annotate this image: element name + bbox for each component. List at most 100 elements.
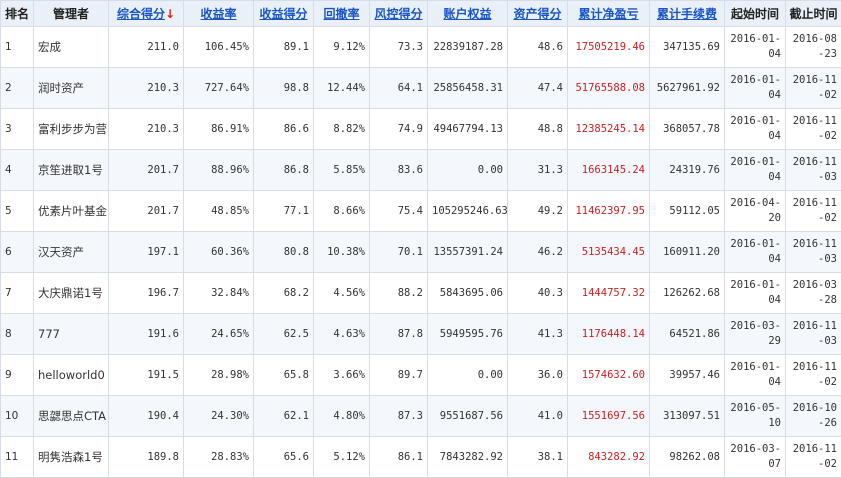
table-row[interactable]: 7大庆鼎诺1号196.732.84%68.24.56%88.25843695.0…: [1, 273, 841, 314]
table-row[interactable]: 11明隽浩森1号189.828.83%65.65.12%86.17843282.…: [1, 437, 841, 478]
cell-equity: 25856458.31: [428, 68, 508, 109]
cell-return-score: 65.8: [254, 355, 314, 396]
cell-drawdown: 3.66%: [314, 355, 370, 396]
cell-rank: 5: [1, 191, 34, 232]
cell-drawdown: 8.82%: [314, 109, 370, 150]
table-row[interactable]: 3富利步步为营210.386.91%86.68.82%74.949467794.…: [1, 109, 841, 150]
cell-return-rate: 727.64%: [184, 68, 254, 109]
cell-asset-score: 38.1: [508, 437, 568, 478]
cell-cum-pnl: 5135434.45: [568, 232, 650, 273]
cell-return-score: 62.5: [254, 314, 314, 355]
cell-manager: 思勰思点CTA: [34, 396, 109, 437]
cell-end-time: 2016-11-02: [786, 355, 841, 396]
col-manager-label: 管理者: [53, 7, 89, 21]
cell-return-score: 86.6: [254, 109, 314, 150]
cell-rank: 10: [1, 396, 34, 437]
cell-cum-fee: 59112.05: [650, 191, 725, 232]
cell-risk-score: 86.1: [370, 437, 428, 478]
cell-return-rate: 86.91%: [184, 109, 254, 150]
sort-risk-score-link[interactable]: 风控得分: [374, 7, 422, 21]
cell-return-rate: 24.65%: [184, 314, 254, 355]
cell-cum-pnl: 1551697.56: [568, 396, 650, 437]
cell-composite-score: 191.6: [109, 314, 184, 355]
cell-start-time: 2016-01-04: [725, 355, 786, 396]
col-drawdown[interactable]: 回撤率: [314, 1, 370, 27]
sort-drawdown-link[interactable]: 回撤率: [323, 7, 359, 21]
cell-equity: 49467794.13: [428, 109, 508, 150]
cell-end-time: 2016-11-02: [786, 68, 841, 109]
sort-cum-fee-link[interactable]: 累计手续费: [657, 7, 717, 21]
cell-rank: 7: [1, 273, 34, 314]
sort-cum-pnl-link[interactable]: 累计净盈亏: [578, 7, 638, 21]
table-row[interactable]: 9helloworld0191.528.98%65.83.66%89.70.00…: [1, 355, 841, 396]
cell-composite-score: 190.4: [109, 396, 184, 437]
sort-composite-link[interactable]: 综合得分: [117, 7, 165, 21]
col-cum-fee[interactable]: 累计手续费: [650, 1, 725, 27]
cell-return-rate: 32.84%: [184, 273, 254, 314]
cell-start-time: 2016-03-29: [725, 314, 786, 355]
col-asset-score[interactable]: 资产得分: [508, 1, 568, 27]
table-row[interactable]: 10思勰思点CTA190.424.30%62.14.80%87.39551687…: [1, 396, 841, 437]
cell-drawdown: 4.63%: [314, 314, 370, 355]
col-end-label: 截止时间: [789, 7, 837, 21]
cell-asset-score: 40.3: [508, 273, 568, 314]
cell-risk-score: 88.2: [370, 273, 428, 314]
cell-start-time: 2016-01-04: [725, 68, 786, 109]
cell-asset-score: 49.2: [508, 191, 568, 232]
cell-manager: 777: [34, 314, 109, 355]
cell-cum-fee: 39957.46: [650, 355, 725, 396]
cell-composite-score: 191.5: [109, 355, 184, 396]
cell-rank: 6: [1, 232, 34, 273]
col-start-time: 起始时间: [725, 1, 786, 27]
cell-equity: 0.00: [428, 150, 508, 191]
cell-composite-score: 210.3: [109, 109, 184, 150]
cell-rank: 4: [1, 150, 34, 191]
cell-end-time: 2016-11-02: [786, 191, 841, 232]
cell-equity: 0.00: [428, 355, 508, 396]
cell-equity: 105295246.63: [428, 191, 508, 232]
col-manager: 管理者: [34, 1, 109, 27]
table-row[interactable]: 1宏成211.0106.45%89.19.12%73.322839187.284…: [1, 27, 841, 68]
cell-manager: 润时资产: [34, 68, 109, 109]
col-cum-pnl[interactable]: 累计净盈亏: [568, 1, 650, 27]
col-equity[interactable]: 账户权益: [428, 1, 508, 27]
cell-cum-pnl: 17505219.46: [568, 27, 650, 68]
cell-manager: 优素片叶基金: [34, 191, 109, 232]
cell-end-time: 2016-11-03: [786, 232, 841, 273]
cell-start-time: 2016-05-10: [725, 396, 786, 437]
cell-equity: 7843282.92: [428, 437, 508, 478]
cell-equity: 5843695.06: [428, 273, 508, 314]
cell-end-time: 2016-11-03: [786, 314, 841, 355]
table-row[interactable]: 5优素片叶基金201.748.85%77.18.66%75.4105295246…: [1, 191, 841, 232]
col-return-score[interactable]: 收益得分: [254, 1, 314, 27]
cell-manager: 京笙进取1号: [34, 150, 109, 191]
col-return-rate[interactable]: 收益率: [184, 1, 254, 27]
cell-composite-score: 197.1: [109, 232, 184, 273]
sort-return-rate-link[interactable]: 收益率: [200, 7, 236, 21]
cell-start-time: 2016-01-04: [725, 273, 786, 314]
cell-cum-fee: 5627961.92: [650, 68, 725, 109]
col-risk-score[interactable]: 风控得分: [370, 1, 428, 27]
sort-equity-link[interactable]: 账户权益: [443, 7, 491, 21]
cell-asset-score: 41.3: [508, 314, 568, 355]
cell-drawdown: 5.85%: [314, 150, 370, 191]
sort-return-score-link[interactable]: 收益得分: [259, 7, 307, 21]
cell-return-score: 89.1: [254, 27, 314, 68]
cell-cum-fee: 160911.20: [650, 232, 725, 273]
cell-cum-fee: 126262.68: [650, 273, 725, 314]
table-row[interactable]: 8777191.624.65%62.54.63%87.85949595.7641…: [1, 314, 841, 355]
cell-drawdown: 8.66%: [314, 191, 370, 232]
cell-return-rate: 88.96%: [184, 150, 254, 191]
cell-end-time: 2016-08-23: [786, 27, 841, 68]
table-row[interactable]: 2润时资产210.3727.64%98.812.44%64.125856458.…: [1, 68, 841, 109]
col-composite-score[interactable]: 综合得分↓: [109, 1, 184, 27]
cell-composite-score: 210.3: [109, 68, 184, 109]
table-row[interactable]: 6汉天资产197.160.36%80.810.38%70.113557391.2…: [1, 232, 841, 273]
cell-end-time: 2016-03-28: [786, 273, 841, 314]
cell-composite-score: 201.7: [109, 150, 184, 191]
sort-asset-score-link[interactable]: 资产得分: [513, 7, 561, 21]
table-body: 1宏成211.0106.45%89.19.12%73.322839187.284…: [1, 27, 841, 478]
table-row[interactable]: 4京笙进取1号201.788.96%86.85.85%83.60.0031.31…: [1, 150, 841, 191]
cell-asset-score: 48.6: [508, 27, 568, 68]
cell-end-time: 2016-11-02: [786, 437, 841, 478]
